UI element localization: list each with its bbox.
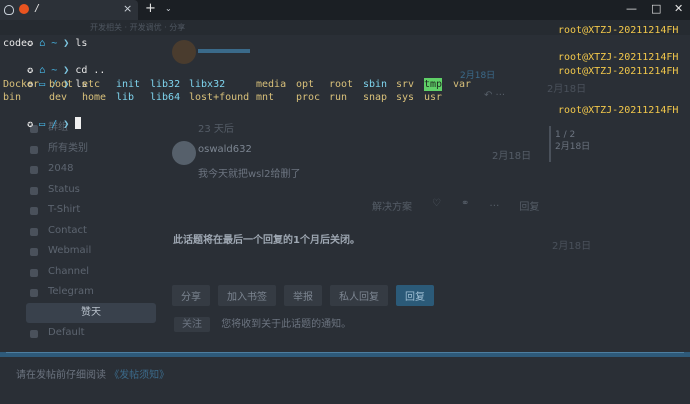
ls-entry: sbin <box>363 79 388 90</box>
home-icon: ⌂ <box>39 38 46 49</box>
prompt-dir: ~ <box>51 38 58 49</box>
ls-entry: boot <box>49 79 74 90</box>
ls-entry: lost+found <box>189 92 250 103</box>
prompt-chevron-icon: ❯ <box>63 38 70 49</box>
ls-entry: lib <box>116 92 135 103</box>
ls-entry: root <box>329 79 354 90</box>
prompt-line: ✪ ▭ / ❯ ls <box>3 65 87 90</box>
ls-entry: bin <box>3 92 22 103</box>
folder-icon: ▭ <box>39 119 46 130</box>
chevron-down-icon[interactable]: ⌄ <box>165 4 172 13</box>
ls-entry: lib64 <box>150 92 181 103</box>
ls-entry: var <box>453 79 472 90</box>
ls-entry: sys <box>396 92 415 103</box>
ls-entry-highlighted: tmp <box>424 78 443 91</box>
folder-icon: ▭ <box>39 79 46 90</box>
tab-bar: / × + ⌄ — □ ✕ <box>0 0 690 20</box>
maximize-button[interactable]: □ <box>651 2 661 15</box>
ls-entry: lib32 <box>150 79 181 90</box>
ls-entry: mnt <box>256 92 275 103</box>
ls-entry: Docker <box>3 79 40 90</box>
ls-entry: opt <box>296 79 315 90</box>
tab-root[interactable]: / × <box>0 0 138 20</box>
prompt-line: ✪ ⌂ ~ ❯ cd .. <box>3 51 105 76</box>
close-window-button[interactable]: ✕ <box>674 2 683 15</box>
minimize-button[interactable]: — <box>626 2 637 15</box>
terminal[interactable]: ✪ ⌂ ~ ❯ ls root@XTZJ-20211214FH code ✪ ⌂… <box>0 20 690 404</box>
host-label: root@XTZJ-20211214FH <box>558 66 679 77</box>
host-label: root@XTZJ-20211214FH <box>558 105 679 116</box>
output-line: code <box>3 38 28 49</box>
text-cursor[interactable] <box>75 117 82 129</box>
ls-entry: proc <box>296 92 321 103</box>
ls-entry: home <box>82 92 107 103</box>
linux-icon: ✪ <box>27 119 34 130</box>
ls-entry: etc <box>82 79 101 90</box>
prompt-command: ls <box>75 38 88 49</box>
prompt-chevron-icon: ❯ <box>63 119 70 130</box>
prompt-line: ✪ ▭ / ❯ <box>3 104 82 130</box>
ls-entry: media <box>256 79 287 90</box>
close-tab-icon[interactable]: × <box>123 2 132 15</box>
shield-icon <box>4 5 14 15</box>
host-label: root@XTZJ-20211214FH <box>558 52 679 63</box>
ls-entry: usr <box>424 92 443 103</box>
prompt-line: ✪ ⌂ ~ ❯ ls <box>3 24 87 49</box>
ls-entry: run <box>329 92 348 103</box>
ls-entry: srv <box>396 79 415 90</box>
host-label: root@XTZJ-20211214FH <box>558 25 679 36</box>
ls-entry: init <box>116 79 141 90</box>
ubuntu-icon <box>19 4 29 14</box>
new-tab-button[interactable]: + <box>145 1 156 16</box>
linux-icon: ✪ <box>27 38 34 49</box>
ls-entry: dev <box>49 92 68 103</box>
prompt-dir: / <box>51 119 58 130</box>
tab-title: / <box>34 3 41 14</box>
ls-entry: snap <box>363 92 388 103</box>
ls-entry: libx32 <box>189 79 226 90</box>
